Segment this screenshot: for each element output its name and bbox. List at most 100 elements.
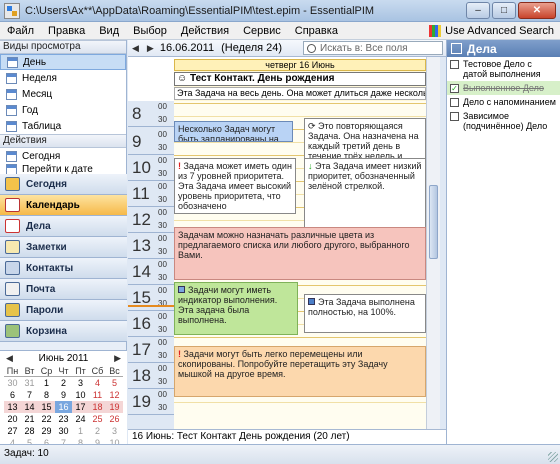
- hour-row: 11 00 30: [128, 181, 174, 207]
- task-checkbox[interactable]: [450, 60, 459, 69]
- day-view-scrollbar[interactable]: [426, 57, 440, 429]
- actions-list: Сегодня Перейти к дате: [0, 148, 126, 174]
- minimize-button[interactable]: –: [466, 2, 490, 19]
- task-item[interactable]: Зависимое (подчинённое) Дело: [447, 109, 560, 133]
- module-tasks[interactable]: Дела: [0, 216, 127, 237]
- mini-calendar-next-button[interactable]: ▶: [114, 353, 121, 364]
- module-notes[interactable]: Заметки: [0, 237, 127, 258]
- menu-view[interactable]: Вид: [92, 22, 126, 40]
- hour-label: 11: [132, 184, 150, 203]
- view-day[interactable]: День: [0, 54, 126, 70]
- mini-calendar-day[interactable]: 3: [72, 377, 89, 389]
- event-completed-task[interactable]: Эта Задача выполнена полностью, на 100%.: [304, 294, 426, 333]
- module-mail[interactable]: Почта: [0, 279, 127, 300]
- task-checkbox[interactable]: [450, 98, 459, 107]
- mini-calendar-day[interactable]: 17: [72, 401, 89, 413]
- mini-calendar-day[interactable]: 24: [72, 413, 89, 425]
- close-button[interactable]: ✕: [518, 2, 556, 19]
- time-grid[interactable]: Несколько Задач могут быть запланированы…: [174, 101, 426, 429]
- view-month[interactable]: Месяц: [0, 86, 126, 102]
- advanced-search-icon: [429, 24, 442, 37]
- mini-calendar-day[interactable]: 18: [89, 401, 106, 413]
- mini-calendar-day[interactable]: 20: [4, 413, 21, 425]
- module-today[interactable]: Сегодня: [0, 174, 127, 195]
- advanced-search-button[interactable]: Use Advanced Search: [429, 24, 560, 37]
- module-buttons: Сегодня Календарь Дела Заметки Контакты …: [0, 174, 127, 342]
- mini-calendar-day[interactable]: 31: [21, 377, 38, 389]
- menu-service[interactable]: Сервис: [236, 22, 288, 40]
- actions-header[interactable]: Действия: [0, 134, 126, 148]
- action-today[interactable]: Сегодня: [0, 148, 126, 164]
- mini-calendar-day[interactable]: 22: [38, 413, 55, 425]
- module-trash[interactable]: Корзина: [0, 321, 127, 342]
- mini-calendar-day[interactable]: 11: [89, 389, 106, 401]
- event-high-priority[interactable]: ! Задача может иметь один из 7 уровней п…: [174, 158, 296, 214]
- view-year[interactable]: Год: [0, 102, 126, 118]
- mini-calendar-day[interactable]: 6: [4, 389, 21, 401]
- menu-help[interactable]: Справка: [288, 22, 345, 40]
- views-header[interactable]: Виды просмотра: [0, 40, 126, 54]
- mini-calendar-day[interactable]: 25: [89, 413, 106, 425]
- mini-calendar-day[interactable]: 2: [55, 377, 72, 389]
- menu-file[interactable]: Файл: [0, 22, 41, 40]
- mini-calendar-day[interactable]: 15: [38, 401, 55, 413]
- next-day-button[interactable]: ▶: [143, 43, 158, 54]
- menu-actions[interactable]: Действия: [174, 22, 236, 40]
- task-checkbox[interactable]: [450, 112, 459, 121]
- mini-calendar-day[interactable]: 14: [21, 401, 38, 413]
- mini-calendar-day[interactable]: 23: [55, 413, 72, 425]
- mini-calendar-year[interactable]: 2011: [67, 353, 89, 364]
- event-colored-task[interactable]: Задачам можно назначать различные цвета …: [174, 227, 426, 280]
- mini-calendar-prev-button[interactable]: ◀: [6, 353, 13, 364]
- view-week[interactable]: Неделя: [0, 70, 126, 86]
- task-item[interactable]: Дело с напоминанием: [447, 95, 560, 109]
- mini-calendar-day[interactable]: 4: [89, 377, 106, 389]
- mini-calendar-month[interactable]: Июнь: [39, 353, 64, 364]
- mini-calendar-day[interactable]: 1: [72, 425, 89, 437]
- task-item[interactable]: Тестовое Дело с датой выполнения: [447, 57, 560, 81]
- event-multiple-tasks[interactable]: Несколько Задач могут быть запланированы…: [174, 121, 293, 142]
- mini-calendar-day[interactable]: 30: [55, 425, 72, 437]
- mini-calendar-day[interactable]: 21: [21, 413, 38, 425]
- module-contacts-label: Контакты: [26, 262, 74, 274]
- mini-calendar-day[interactable]: 19: [106, 401, 123, 413]
- all-day-area: ☺ Тест Контакт. День рождения Эта Задача…: [174, 71, 426, 101]
- mini-calendar-day[interactable]: 9: [55, 389, 72, 401]
- mini-calendar-day[interactable]: 28: [21, 425, 38, 437]
- resize-grip[interactable]: [548, 452, 558, 462]
- action-goto-date[interactable]: Перейти к дате: [0, 164, 126, 174]
- mini-calendar-day[interactable]: 30: [4, 377, 21, 389]
- module-passwords[interactable]: Пароли: [0, 300, 127, 321]
- mini-calendar-day[interactable]: 8: [38, 389, 55, 401]
- task-item[interactable]: ✓ Выполненное Дело: [447, 81, 560, 95]
- mini-calendar-day[interactable]: 29: [38, 425, 55, 437]
- mini-calendar-day[interactable]: 7: [21, 389, 38, 401]
- menu-edit[interactable]: Правка: [41, 22, 92, 40]
- module-contacts[interactable]: Контакты: [0, 258, 127, 279]
- mini-calendar-day[interactable]: 27: [4, 425, 21, 437]
- day-view-scroll-thumb[interactable]: [429, 185, 438, 259]
- all-day-event-task[interactable]: Эта Задача на весь день. Она может длить…: [174, 87, 426, 100]
- event-progress-task[interactable]: Задачи могут иметь индикатор выполнения.…: [174, 282, 298, 335]
- prev-day-button[interactable]: ◀: [128, 43, 143, 54]
- mini-calendar-day[interactable]: 3: [106, 425, 123, 437]
- mini-calendar-day[interactable]: 13: [4, 401, 21, 413]
- mini-calendar-day[interactable]: 16: [55, 401, 72, 413]
- task-checkbox[interactable]: ✓: [450, 84, 459, 93]
- module-calendar[interactable]: Календарь: [0, 195, 127, 216]
- mini-calendar-day[interactable]: 1: [38, 377, 55, 389]
- hour-label: 10: [132, 158, 151, 177]
- view-table[interactable]: Таблица: [0, 118, 126, 134]
- hour-label: 16: [132, 314, 151, 333]
- mail-icon: [5, 282, 20, 296]
- all-day-event-birthday[interactable]: ☺ Тест Контакт. День рождения: [174, 72, 426, 86]
- search-input[interactable]: Искать в: Все поля: [303, 41, 443, 55]
- mini-calendar-day[interactable]: 5: [106, 377, 123, 389]
- mini-calendar-day[interactable]: 2: [89, 425, 106, 437]
- menu-select[interactable]: Выбор: [126, 22, 174, 40]
- mini-calendar-day[interactable]: 10: [72, 389, 89, 401]
- mini-calendar-day[interactable]: 26: [106, 413, 123, 425]
- maximize-button[interactable]: □: [492, 2, 516, 19]
- mini-calendar-day[interactable]: 12: [106, 389, 123, 401]
- event-movable-task[interactable]: ! Задачи могут быть легко перемещены или…: [174, 346, 426, 397]
